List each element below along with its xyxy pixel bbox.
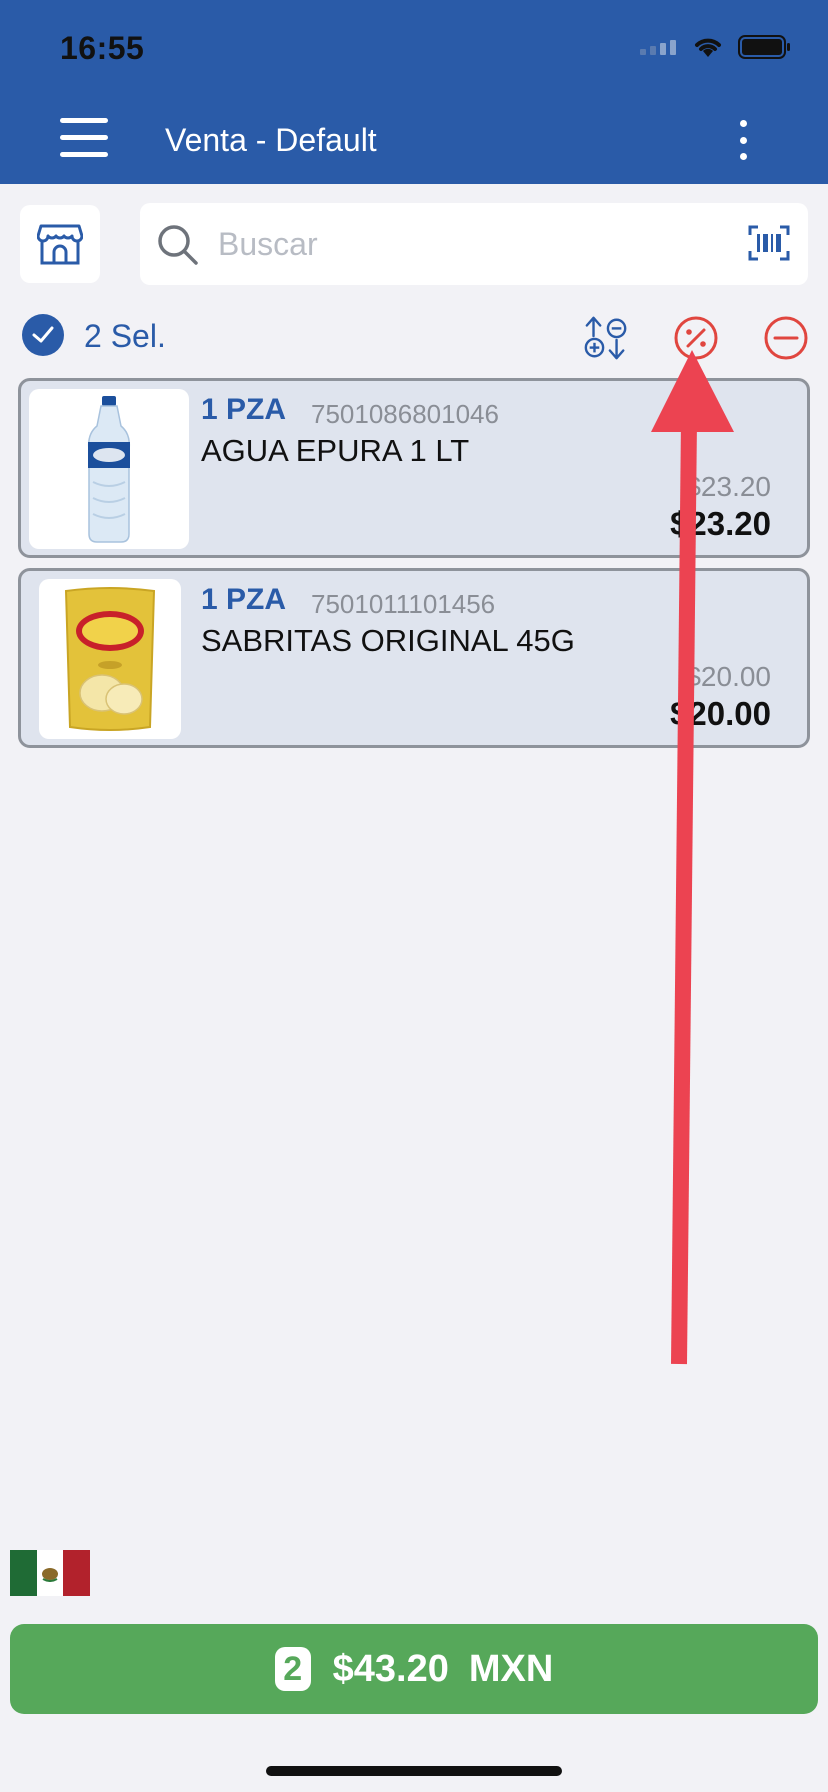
select-all-checkbox[interactable] [22, 314, 64, 356]
search-input[interactable] [218, 217, 698, 271]
total-amount: $43.20 [332, 1647, 449, 1690]
item-unit-price: $23.20 [685, 471, 771, 502]
menu-line-icon [60, 135, 108, 140]
product-image [29, 389, 189, 549]
selection-toolbar: 2 Sel. [22, 314, 812, 360]
cellular-signal-icon [640, 40, 676, 55]
quantity-adjust-icon[interactable] [582, 314, 630, 362]
menu-line-icon [60, 152, 108, 157]
flag-green-band [10, 1550, 37, 1596]
barcode-scanner-icon[interactable] [748, 225, 790, 261]
item-barcode: 7501011101456 [311, 589, 496, 619]
store-button[interactable] [20, 205, 100, 283]
home-indicator [266, 1766, 562, 1776]
chips-bag-icon [64, 587, 156, 731]
selection-count-label: 2 Sel. [84, 318, 166, 354]
cart-item[interactable]: 1 PZA 7501086801046 AGUA EPURA 1 LT $23.… [18, 378, 810, 558]
currency-label: MXN [468, 1647, 554, 1690]
dot-icon [739, 153, 747, 160]
status-icons [640, 34, 792, 60]
hamburger-menu-button[interactable] [60, 118, 108, 158]
country-flag-mexico[interactable] [10, 1550, 91, 1596]
item-total-price: $20.00 [670, 695, 771, 732]
store-icon [37, 224, 83, 265]
remove-items-icon[interactable] [762, 314, 810, 362]
header-bar: 16:55 Venta - Default [0, 0, 828, 184]
page-title: Venta - Default [165, 122, 377, 158]
water-bottle-icon [87, 396, 131, 543]
item-quantity: 1 PZA [201, 583, 287, 616]
more-options-button[interactable] [736, 120, 750, 160]
item-name: SABRITAS ORIGINAL 45G [201, 623, 575, 658]
item-count-badge: 2 [274, 1647, 311, 1691]
cart-item[interactable]: 1 PZA 7501011101456 SABRITAS ORIGINAL 45… [18, 568, 810, 748]
dot-icon [739, 120, 747, 127]
wifi-icon [695, 38, 721, 57]
search-bar [140, 203, 808, 285]
item-quantity: 1 PZA [201, 393, 287, 426]
product-image [39, 579, 181, 739]
item-barcode: 7501086801046 [311, 399, 499, 429]
search-icon [158, 225, 198, 265]
battery-icon [738, 35, 790, 59]
menu-line-icon [60, 118, 108, 123]
flag-red-band [63, 1550, 91, 1596]
eagle-emblem-icon [42, 1568, 58, 1582]
item-name: AGUA EPURA 1 LT [201, 433, 470, 468]
item-unit-price: $20.00 [685, 661, 771, 692]
checkmark-icon [32, 326, 54, 343]
flag-white-band [36, 1550, 64, 1596]
screen: 16:55 Venta - Default Buscar 2 Sel. 1 PZ… [0, 0, 828, 1792]
status-time: 16:55 [60, 30, 145, 66]
checkout-button[interactable]: 2 $43.20 MXN [10, 1624, 818, 1714]
discount-percent-icon[interactable] [672, 314, 720, 362]
item-total-price: $23.20 [670, 505, 771, 542]
dot-icon [739, 136, 747, 144]
